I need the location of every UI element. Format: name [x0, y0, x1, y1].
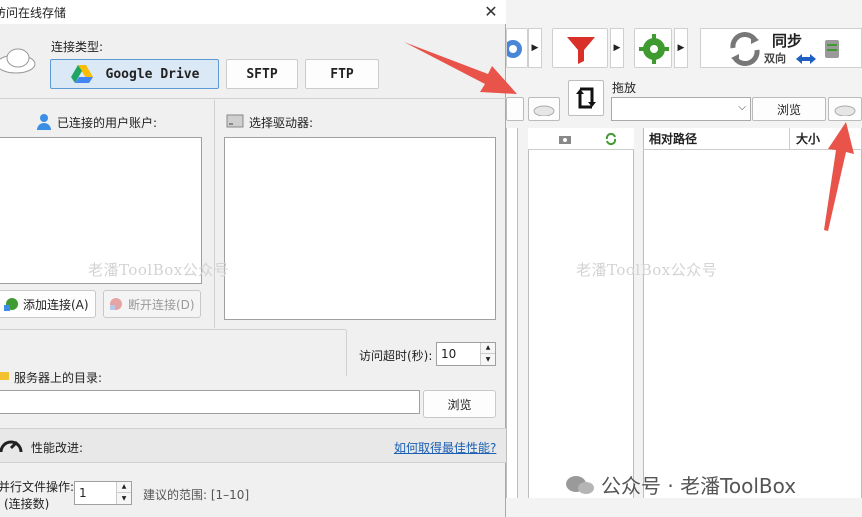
cloud-icon [533, 105, 555, 116]
separator [0, 329, 346, 330]
sync-mode-label: 双向 [764, 52, 786, 65]
spinner-down-icon[interactable]: ▼ [116, 493, 131, 504]
camera-icon [559, 136, 571, 144]
performance-label: 性能改进: [31, 441, 84, 455]
timeout-label: 访问超时(秒): [359, 349, 433, 363]
swap-sides-button[interactable] [568, 80, 604, 116]
separator [0, 98, 506, 99]
folder-path-select[interactable]: ⌵ [611, 97, 751, 121]
drag-drop-label: 拖放 [612, 81, 637, 95]
add-connection-button[interactable]: 添加连接(A) [0, 290, 96, 318]
connected-accounts-label: 已连接的用户账户: [57, 116, 158, 130]
swap-icon [576, 87, 596, 109]
disconnect-label: 断开连接(D) [128, 297, 195, 312]
left-online-storage-button[interactable] [528, 97, 560, 121]
best-performance-link[interactable]: 如何取得最佳性能? [394, 439, 496, 456]
sync-refresh-icon [730, 32, 760, 66]
wechat-watermark-text: 公众号 · 老潘ToolBox [601, 474, 797, 498]
middle-pane[interactable] [528, 128, 634, 498]
cloud-icon [834, 105, 856, 116]
parallel-ops-label: 并行文件操作: [0, 480, 75, 494]
disconnect-button[interactable]: 断开连接(D) [103, 290, 201, 318]
speedometer-icon [0, 440, 23, 453]
connection-type-label: 连接类型: [51, 40, 104, 54]
google-drive-icon [70, 65, 93, 83]
filter-dropdown-arrow[interactable]: ▶ [610, 28, 624, 68]
watermark-right: 老潘ToolBox公众号 [576, 261, 718, 279]
watermark-left: 老潘ToolBox公众号 [88, 261, 230, 279]
database-icon [825, 40, 839, 58]
middle-pane-header [528, 128, 634, 150]
refresh-green-icon [605, 132, 617, 146]
browse-label: 浏览 [447, 397, 472, 412]
right-online-storage-button[interactable] [828, 97, 862, 121]
dialog-title: 访问在线存储 [0, 6, 67, 20]
spinner-down-icon[interactable]: ▼ [480, 354, 495, 365]
gear-green-icon [639, 34, 669, 64]
gear-blue-icon [504, 40, 522, 58]
close-icon[interactable]: ✕ [480, 0, 502, 22]
left-file-pane[interactable] [506, 128, 518, 498]
compare-dropdown-arrow[interactable]: ▶ [528, 28, 542, 68]
filter-funnel-icon [567, 37, 595, 64]
wechat-icon [566, 475, 594, 494]
google-drive-button[interactable]: Google Drive [50, 59, 219, 89]
server-dir-input[interactable] [0, 390, 420, 414]
server-dir-browse-button[interactable]: 浏览 [423, 390, 496, 418]
timeout-value: 10 [441, 347, 457, 361]
right-file-pane[interactable] [643, 128, 862, 498]
sync-title: 同步 [772, 32, 803, 50]
cloud-large-icon [0, 48, 36, 74]
separator [214, 100, 215, 328]
performance-section: 性能改进: 如何取得最佳性能? [0, 428, 506, 463]
parallel-ops-sublabel: (连接数) [4, 497, 50, 511]
add-connection-label: 添加连接(A) [23, 297, 89, 312]
sync-dropdown-arrow[interactable]: ▶ [674, 28, 688, 68]
user-icon [37, 114, 51, 130]
online-storage-dialog: 访问在线存储 ✕ 连接类型: Google Drive SFTP FTP 已连接… [0, 0, 506, 517]
left-cloud-button[interactable] [506, 97, 524, 121]
folder-icon [0, 372, 9, 380]
right-browse-button[interactable]: 浏览 [752, 97, 826, 121]
parallel-ops-spinner[interactable]: 1 ▲ ▼ [74, 481, 132, 505]
two-way-arrow-icon [796, 54, 816, 64]
compare-settings-button[interactable] [504, 28, 528, 68]
ftp-button[interactable]: FTP [305, 59, 379, 89]
filter-button[interactable] [552, 28, 608, 68]
separator [346, 330, 347, 376]
sftp-button[interactable]: SFTP [226, 59, 298, 89]
range-hint: 建议的范围: [1–10] [143, 488, 250, 502]
dialog-titlebar: 访问在线存储 ✕ [0, 0, 506, 24]
sync-settings-button[interactable] [634, 28, 672, 68]
select-drive-label: 选择驱动器: [249, 116, 314, 130]
disconnect-icon [110, 298, 122, 310]
timeout-spinner[interactable]: 10 ▲ ▼ [436, 342, 496, 366]
parallel-ops-value: 1 [79, 486, 87, 500]
drive-icon [226, 114, 244, 128]
wechat-watermark: 公众号 · 老潘ToolBox [565, 470, 796, 499]
drive-list[interactable] [224, 137, 496, 320]
column-size[interactable]: 大小 [790, 128, 862, 150]
add-connection-icon [4, 298, 18, 311]
chevron-down-icon: ⌵ [738, 102, 746, 113]
google-drive-label: Google Drive [105, 66, 200, 82]
column-relative-path[interactable]: 相对路径 [643, 128, 790, 150]
server-dir-label: 服务器上的目录: [14, 371, 103, 385]
